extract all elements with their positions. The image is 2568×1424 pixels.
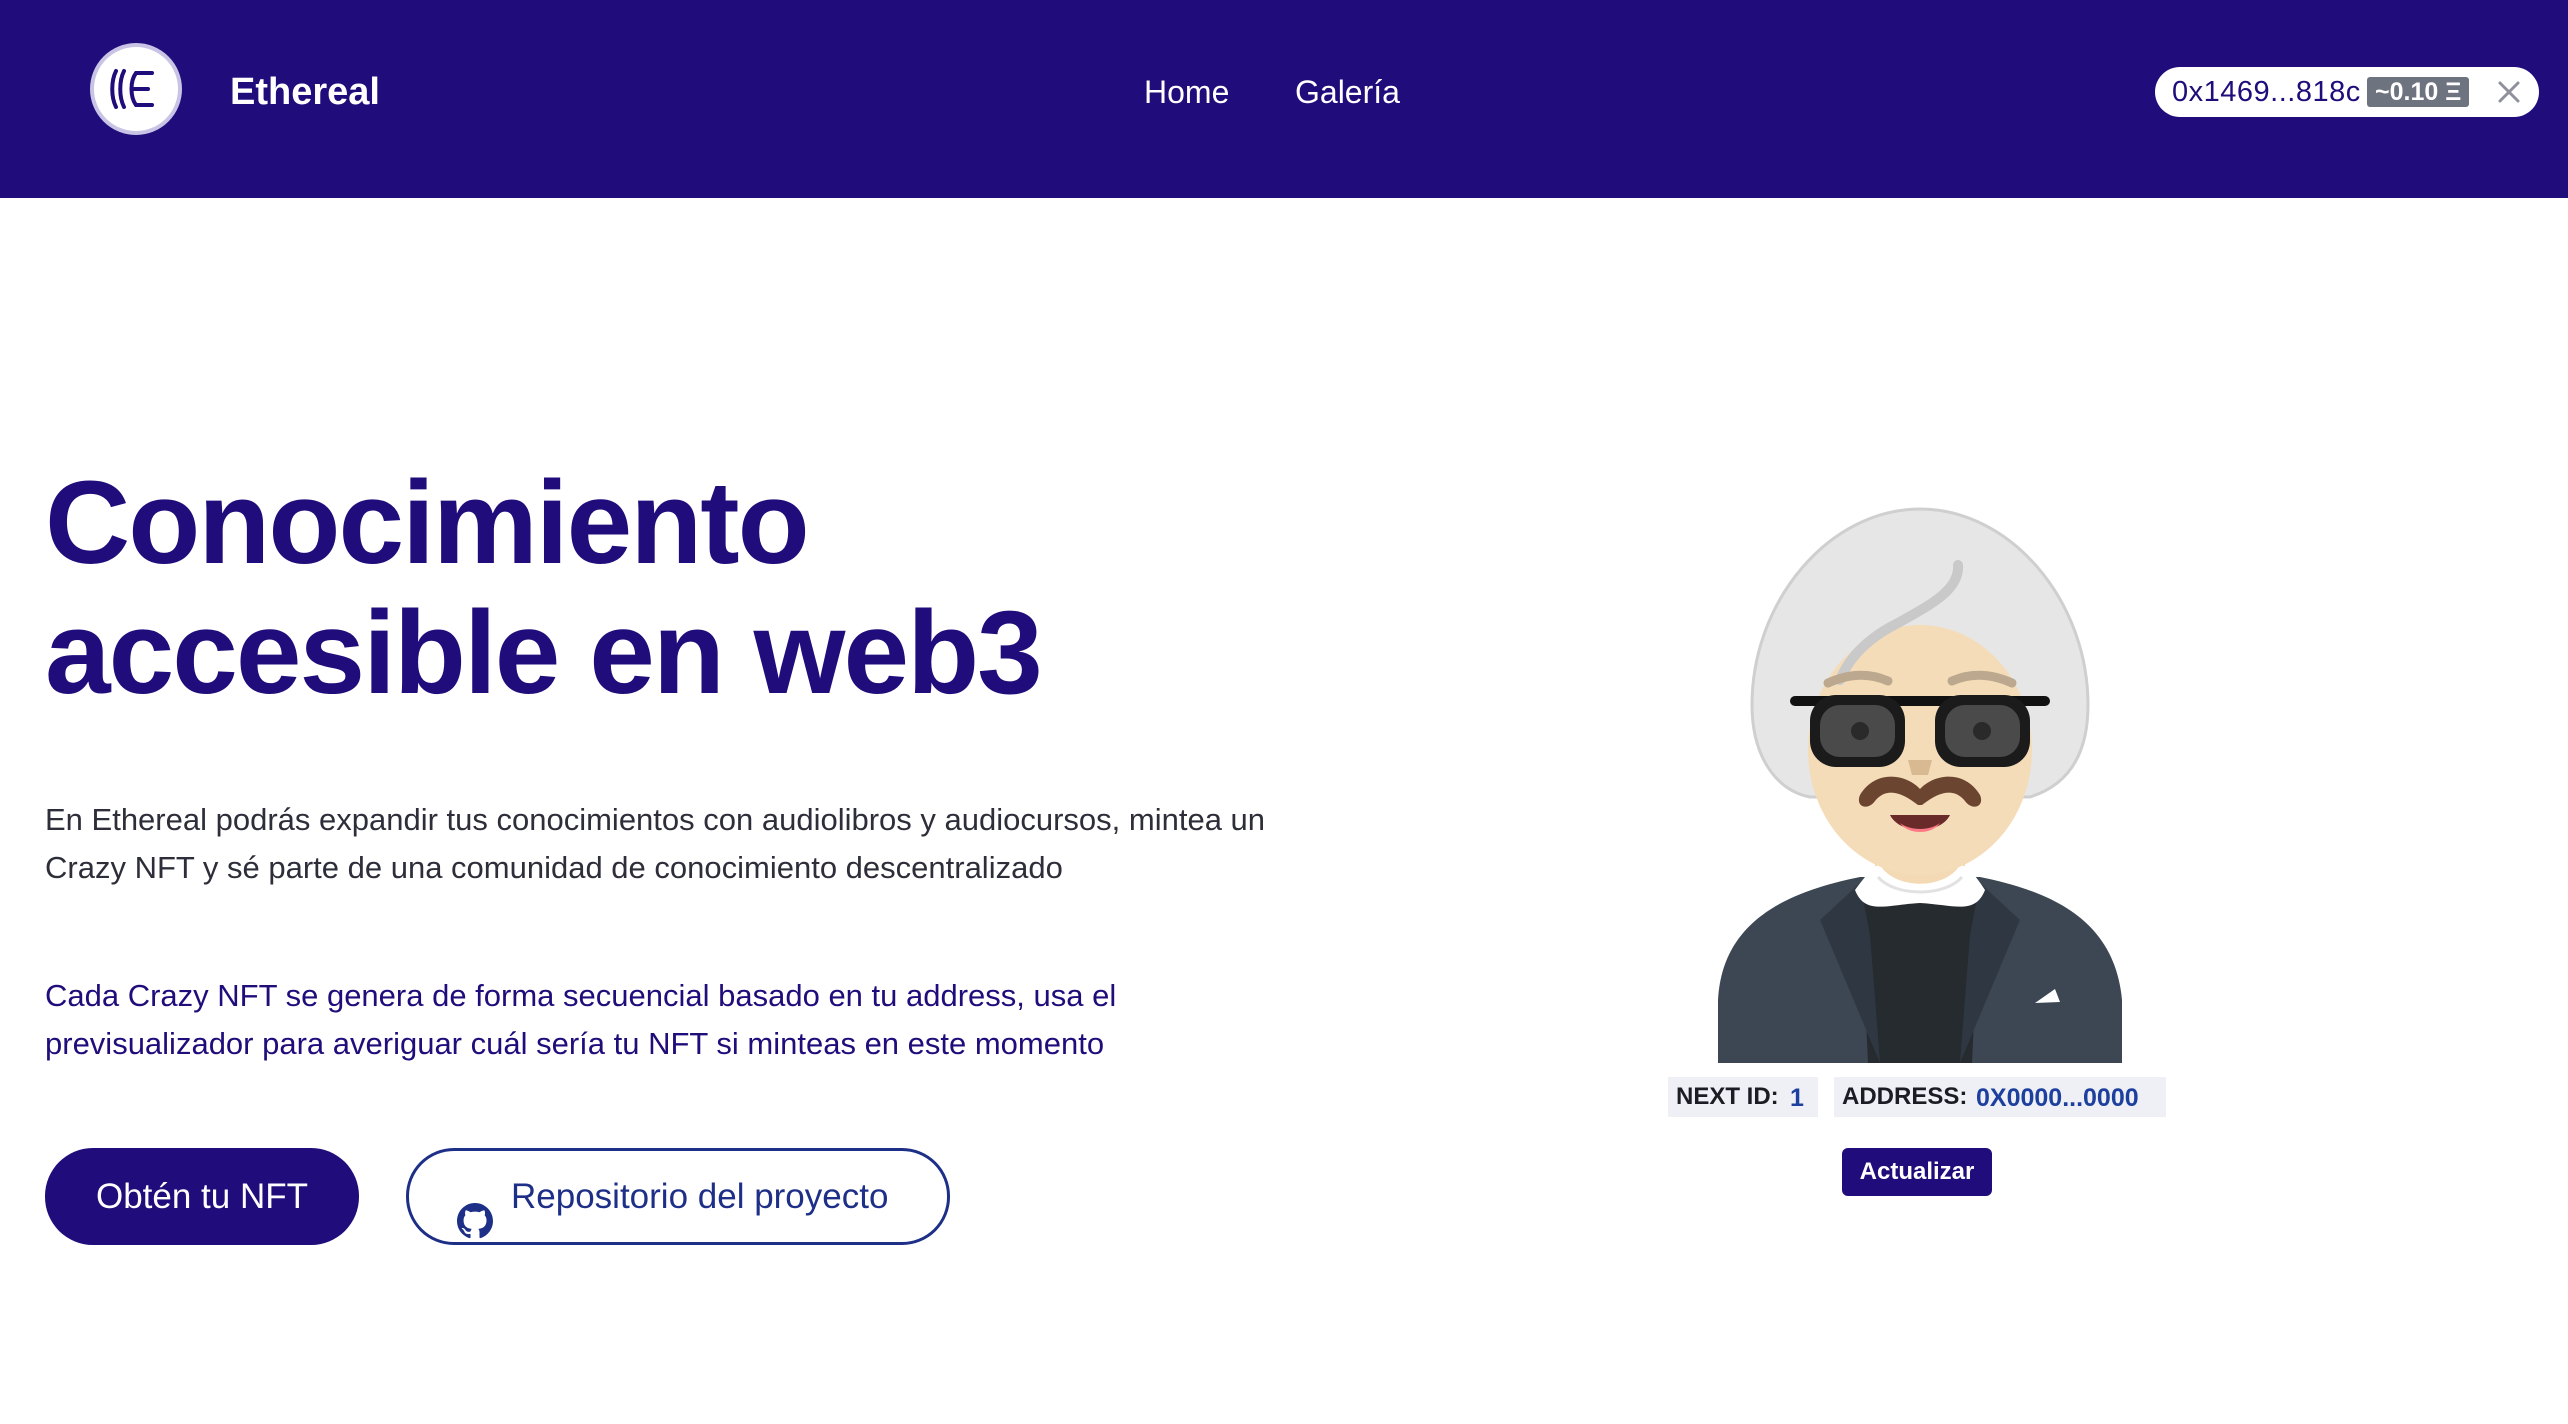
- nav-home-link[interactable]: Home: [1144, 72, 1229, 112]
- top-navbar: Ethereal Home Galería 0x1469...818c ~0.1…: [0, 0, 2568, 198]
- project-repository-button[interactable]: Repositorio del proyecto: [406, 1148, 950, 1245]
- next-id-label: NEXT ID:: [1676, 1083, 1779, 1110]
- hero-description: En Ethereal podrás expandir tus conocimi…: [45, 802, 1266, 885]
- hero-title: Conocimiento accesible en web3: [45, 458, 1245, 718]
- brand-name[interactable]: Ethereal: [230, 68, 380, 116]
- address-value: 0X0000...0000: [1976, 1084, 2139, 1112]
- update-preview-button[interactable]: Actualizar: [1842, 1148, 1992, 1196]
- close-icon[interactable]: [2496, 79, 2522, 105]
- hero-title-line-1: Conocimiento: [45, 457, 810, 589]
- project-repository-label: Repositorio del proyecto: [511, 1177, 889, 1216]
- address-field: ADDRESS: 0X0000...0000: [1834, 1077, 2166, 1117]
- next-id-value: 1: [1790, 1084, 1804, 1112]
- address-label: ADDRESS:: [1842, 1083, 1968, 1110]
- next-id-field: NEXT ID: 1: [1668, 1077, 1818, 1117]
- wallet-address: 0x1469...818c: [2172, 76, 2361, 108]
- wallet-balance-badge: ~0.10 Ξ: [2367, 77, 2470, 107]
- ethereal-logo-icon[interactable]: [90, 43, 182, 135]
- nav-gallery-link[interactable]: Galería: [1295, 72, 1400, 112]
- hero-note: Cada Crazy NFT se genera de forma secuen…: [45, 978, 1117, 1061]
- wallet-account-button[interactable]: 0x1469...818c ~0.10 Ξ: [2155, 67, 2539, 117]
- github-icon: [457, 1182, 493, 1239]
- hero-title-line-2: accesible en web3: [45, 587, 1043, 719]
- get-nft-button[interactable]: Obtén tu NFT: [45, 1148, 359, 1245]
- nft-avatar-image: [1710, 505, 2130, 1063]
